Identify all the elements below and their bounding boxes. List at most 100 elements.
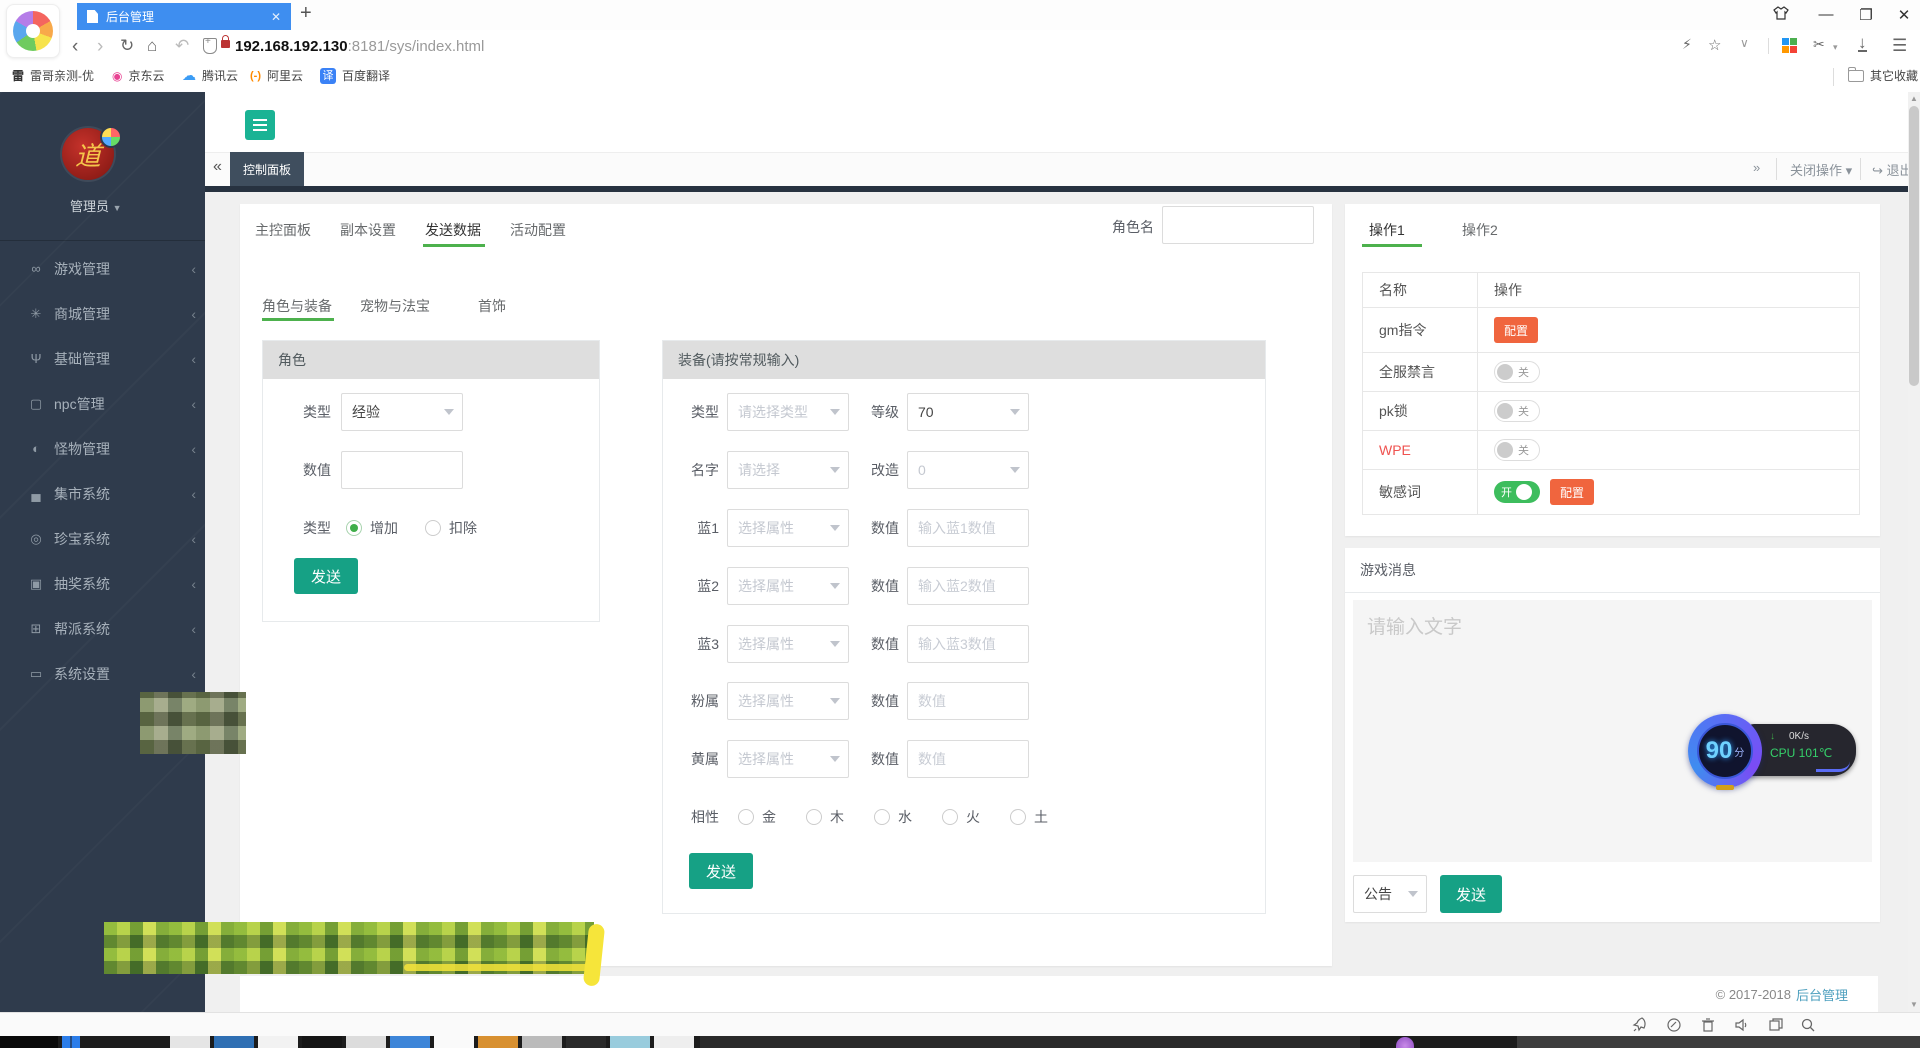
sidebar-item-gang[interactable]: ⊞帮派系统‹ [0, 606, 205, 651]
browser-logo[interactable] [6, 4, 60, 58]
download-icon[interactable]: ↓ [1858, 36, 1867, 52]
forward-icon[interactable]: › [97, 36, 103, 58]
channel-select[interactable]: 公告 [1353, 875, 1427, 913]
blue1-attr-select[interactable]: 选择属性 [727, 509, 849, 547]
blue3-value-input[interactable] [907, 625, 1029, 663]
start-button[interactable] [62, 1036, 80, 1048]
taskbar-app-icon[interactable] [346, 1036, 386, 1048]
sidebar-item-monster[interactable]: ◐怪物管理‹ [0, 426, 205, 471]
address-bar[interactable]: 192.168.192.130:8181/sys/index.html [235, 38, 484, 55]
role-name-input[interactable] [1162, 206, 1314, 244]
page-tab-dashboard[interactable]: 控制面板 [230, 152, 304, 186]
radio-fire[interactable] [942, 809, 958, 825]
equip-send-button[interactable]: 发送 [689, 853, 753, 889]
sidebar-item-treasure[interactable]: ◎珍宝系统‹ [0, 516, 205, 561]
scissors-icon[interactable]: ✂ [1813, 36, 1825, 53]
taskbar-app-icon[interactable] [258, 1036, 298, 1048]
trash-icon[interactable] [1700, 1017, 1718, 1033]
bookmark-item[interactable]: 译百度翻译 [320, 67, 390, 84]
equip-level-select[interactable]: 70 [907, 393, 1029, 431]
role-value-input[interactable] [341, 451, 463, 489]
taskbar-app-icon[interactable] [610, 1036, 650, 1048]
blue2-value-input[interactable] [907, 567, 1029, 605]
taskbar-tray[interactable] [1517, 1036, 1920, 1048]
radio-add[interactable] [346, 520, 362, 536]
scissors-dropdown-icon[interactable]: ▾ [1833, 42, 1838, 53]
back-icon[interactable]: ‹ [72, 36, 78, 58]
taskbar-app-icon[interactable] [566, 1036, 606, 1048]
other-favorites[interactable]: 其它收藏 [1848, 67, 1918, 84]
radio-wood[interactable] [806, 809, 822, 825]
blue2-attr-select[interactable]: 选择属性 [727, 567, 849, 605]
sensitive-words-toggle[interactable]: 开 [1494, 481, 1540, 503]
restore-button[interactable]: ❐ [1855, 6, 1877, 24]
sidebar-item-mall[interactable]: ✳商城管理‹ [0, 291, 205, 336]
footer-brand-link[interactable]: 后台管理 [1796, 985, 1848, 1004]
close-button[interactable]: ✕ [1893, 6, 1915, 24]
sidebar-item-basic[interactable]: Ψ基础管理‹ [0, 336, 205, 381]
subtab-pet-weapon[interactable]: 宠物与法宝 [360, 292, 430, 320]
shield-icon[interactable] [203, 38, 217, 54]
taskbar-corner-tile[interactable] [0, 1036, 58, 1048]
role-send-button[interactable]: 发送 [294, 558, 358, 594]
taskbar-app-icon[interactable] [170, 1036, 210, 1048]
sidebar-item-lottery[interactable]: ▣抽奖系统‹ [0, 561, 205, 606]
flash-icon[interactable]: ⚡ [1682, 36, 1692, 53]
mute-all-toggle[interactable]: 关 [1494, 361, 1540, 383]
gm-config-button[interactable]: 配置 [1494, 317, 1538, 343]
equip-type-select[interactable]: 请选择类型 [727, 393, 849, 431]
radio-subtract[interactable] [425, 520, 441, 536]
booster-rocket-icon[interactable] [1632, 1017, 1650, 1033]
equip-refine-select[interactable]: 0 [907, 451, 1029, 489]
speaker-icon[interactable] [1734, 1017, 1752, 1033]
dropdown-chevron-icon[interactable]: ∨ [1740, 36, 1749, 50]
taskbar-app-icon[interactable] [478, 1036, 518, 1048]
taskbar-app-icon[interactable] [654, 1036, 694, 1048]
scrollbar-thumb[interactable] [1909, 106, 1919, 386]
tab-send-data[interactable]: 发送数据 [425, 216, 481, 244]
browser-tab[interactable]: 后台管理 ✕ [77, 3, 291, 30]
sidebar-item-market[interactable]: ▄集市系统‹ [0, 471, 205, 516]
scroll-down-arrow[interactable]: ▼ [1909, 1000, 1919, 1009]
bookmark-item[interactable]: ☁腾讯云 [182, 67, 238, 84]
new-tab-button[interactable]: + [300, 2, 312, 25]
sidebar-item-npc[interactable]: ▢npc管理‹ [0, 381, 205, 426]
search-icon[interactable] [1800, 1017, 1818, 1033]
theme-shirt-icon[interactable] [1770, 6, 1792, 23]
bookmark-item[interactable]: (-)阿里云 [250, 67, 303, 84]
sidebar-item-game[interactable]: ∞游戏管理‹ [0, 246, 205, 291]
apps-grid-icon[interactable] [1782, 38, 1797, 53]
pk-lock-toggle[interactable]: 关 [1494, 400, 1540, 422]
taskbar-app-icon[interactable] [390, 1036, 430, 1048]
role-type-select[interactable]: 经验 [341, 393, 463, 431]
blue1-value-input[interactable] [907, 509, 1029, 547]
sidebar-item-system[interactable]: ▭系统设置‹ [0, 651, 205, 696]
taskbar-app-circle-icon[interactable] [1396, 1037, 1414, 1048]
user-menu[interactable]: 管理员 ▼ [70, 196, 122, 215]
subtab-role-equip[interactable]: 角色与装备 [262, 292, 332, 320]
wpe-toggle[interactable]: 关 [1494, 439, 1540, 461]
radio-metal[interactable] [738, 809, 754, 825]
tab-dungeon-settings[interactable]: 副本设置 [340, 216, 396, 244]
yellow-attr-select[interactable]: 选择属性 [727, 740, 849, 778]
hamburger-button[interactable] [245, 110, 275, 140]
bookmark-item[interactable]: 雷雷哥亲测-优 [12, 67, 94, 84]
favorite-star-icon[interactable]: ☆ [1708, 36, 1721, 54]
tab-main-panel[interactable]: 主控面板 [255, 216, 311, 244]
logout-button[interactable]: ↪ 退出 [1872, 160, 1913, 179]
blue3-attr-select[interactable]: 选择属性 [727, 625, 849, 663]
tab-activity-config[interactable]: 活动配置 [510, 216, 566, 244]
tab-ops1[interactable]: 操作1 [1369, 216, 1405, 244]
taskbar-app-icon[interactable] [522, 1036, 562, 1048]
minimize-button[interactable]: — [1815, 6, 1837, 23]
taskbar-app-icon[interactable] [434, 1036, 474, 1048]
system-monitor-widget[interactable]: ↓0K/s CPU 101℃ 90分 [1688, 712, 1858, 794]
tab-close-icon[interactable]: ✕ [271, 10, 281, 24]
window-layout-icon[interactable] [1768, 1017, 1786, 1033]
radio-earth[interactable] [1010, 809, 1026, 825]
yellow-value-input[interactable] [907, 740, 1029, 778]
edit-circle-icon[interactable] [1666, 1017, 1684, 1033]
equip-name-select[interactable]: 请选择 [727, 451, 849, 489]
reload-icon[interactable]: ↻ [120, 36, 134, 56]
menu-icon[interactable]: ☰ [1892, 36, 1907, 56]
